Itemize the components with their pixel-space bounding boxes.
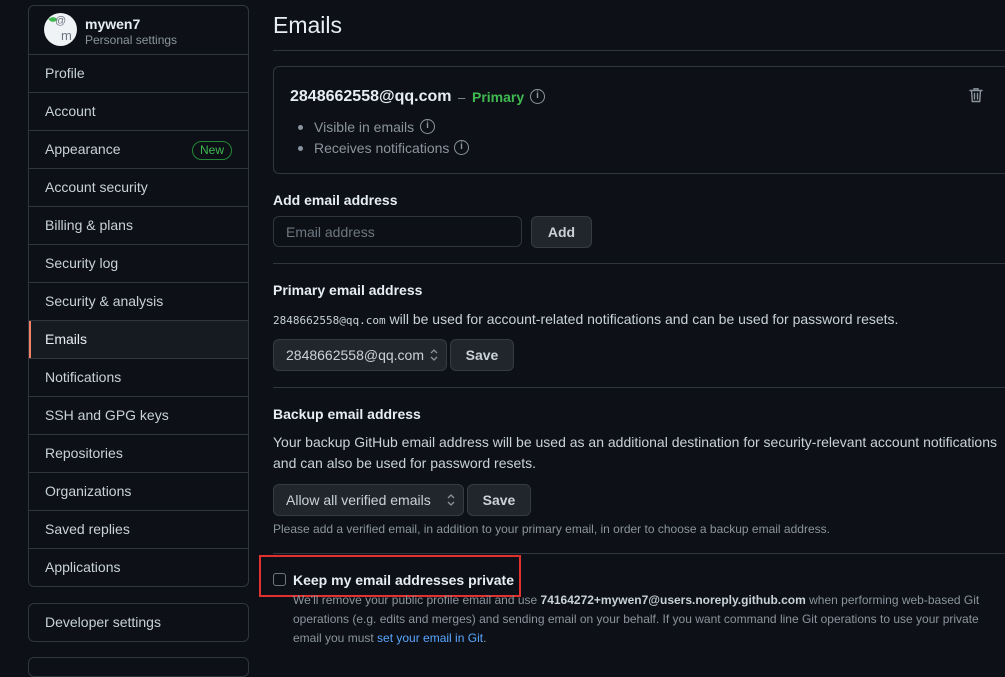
primary-email-selected: 2848662558@qq.com xyxy=(286,347,424,363)
sidebar-item-repositories[interactable]: Repositories xyxy=(29,435,248,473)
divider xyxy=(273,263,1005,264)
sidebar-item-security-analysis[interactable]: Security & analysis xyxy=(29,283,248,321)
sidebar-item-label: Organizations xyxy=(45,483,132,499)
sidebar-item-saved-replies[interactable]: Saved replies xyxy=(29,511,248,549)
keep-private-desc: We'll remove your public profile email a… xyxy=(293,591,993,648)
sidebar-item-label: Billing & plans xyxy=(45,217,133,233)
primary-email-code: 2848662558@qq.com xyxy=(273,314,386,327)
developer-settings-label: Developer settings xyxy=(45,614,161,630)
sidebar-item-label: Account security xyxy=(45,179,148,195)
user-subtitle: Personal settings xyxy=(85,33,178,47)
developer-settings-link[interactable]: Developer settings xyxy=(28,603,249,642)
keep-private-label[interactable]: Keep my email addresses private xyxy=(293,572,514,588)
email-card: 2848662558@qq.com – Primary i Visible in… xyxy=(273,66,1005,174)
sidebar-item-organizations[interactable]: Organizations xyxy=(29,473,248,511)
sidebar-item-label: Appearance xyxy=(45,141,121,157)
save-backup-button[interactable]: Save xyxy=(467,484,531,516)
settings-sidebar: @ m mywen7 Personal settings Profile Acc… xyxy=(28,5,249,587)
add-button[interactable]: Add xyxy=(531,216,592,248)
sidebar-item-label: Emails xyxy=(45,331,88,347)
sidebar-next-box xyxy=(28,657,249,677)
keep-private-checkbox[interactable] xyxy=(273,573,286,586)
separator: – xyxy=(458,90,466,105)
sidebar-item-account[interactable]: Account xyxy=(29,93,248,131)
backup-email-label: Backup email address xyxy=(273,406,421,422)
sidebar-item-label: Notifications xyxy=(45,369,122,385)
select-caret-icon xyxy=(447,494,455,506)
sidebar-item-label: Account xyxy=(45,103,96,119)
sidebar-item-label: Security & analysis xyxy=(45,293,164,309)
primary-label: Primary xyxy=(472,89,525,105)
primary-email-desc: 2848662558@qq.com will be used for accou… xyxy=(273,309,993,331)
primary-email-label: Primary email address xyxy=(273,282,423,298)
bullet-visible: Visible in emails xyxy=(314,119,415,135)
noreply-email: 74164272+mywen7@users.noreply.github.com xyxy=(540,593,806,607)
trash-icon[interactable] xyxy=(969,87,983,103)
sidebar-item-label: Saved replies xyxy=(45,521,130,537)
sidebar-item-account-security[interactable]: Account security xyxy=(29,169,248,207)
user-name[interactable]: mywen7 xyxy=(85,16,140,32)
private-desc-part1: We'll remove your public profile email a… xyxy=(293,593,541,607)
sidebar-item-notifications[interactable]: Notifications xyxy=(29,359,248,397)
primary-email-desc-text: will be used for account-related notific… xyxy=(385,311,899,327)
sidebar-item-label: Security log xyxy=(45,255,119,271)
user-header: @ m mywen7 Personal settings xyxy=(29,6,248,55)
page-title: Emails xyxy=(273,12,343,38)
divider xyxy=(273,387,1005,388)
email-address-input[interactable] xyxy=(273,216,522,247)
bullet xyxy=(298,125,303,130)
bullet-notifications: Receives notifications xyxy=(314,140,450,156)
sidebar-item-label: Repositories xyxy=(45,445,123,461)
info-icon[interactable]: i xyxy=(454,140,469,155)
select-caret-icon xyxy=(430,349,438,361)
new-badge: New xyxy=(191,141,232,160)
backup-email-note: Please add a verified email, in addition… xyxy=(273,522,830,536)
info-icon[interactable]: i xyxy=(420,119,435,134)
primary-email-select[interactable]: 2848662558@qq.com xyxy=(273,339,447,371)
title-divider xyxy=(273,50,1005,51)
sidebar-item-profile[interactable]: Profile xyxy=(29,55,248,93)
divider xyxy=(273,553,1005,554)
sidebar-item-appearance[interactable]: Appearance New xyxy=(29,131,248,169)
backup-email-selected: Allow all verified emails xyxy=(286,492,431,508)
email-address: 2848662558@qq.com xyxy=(290,88,452,105)
sidebar-item-label: Applications xyxy=(45,559,121,575)
sidebar-item-label: Profile xyxy=(45,65,85,81)
add-email-label: Add email address xyxy=(273,192,398,208)
sidebar-item-security-log[interactable]: Security log xyxy=(29,245,248,283)
sidebar-item-billing[interactable]: Billing & plans xyxy=(29,207,248,245)
info-icon[interactable]: i xyxy=(530,89,545,104)
bullet xyxy=(298,146,303,151)
sidebar-item-ssh-gpg[interactable]: SSH and GPG keys xyxy=(29,397,248,435)
backup-email-desc: Your backup GitHub email address will be… xyxy=(273,434,998,471)
backup-email-select[interactable]: Allow all verified emails xyxy=(273,484,464,516)
set-email-git-link[interactable]: set your email in Git xyxy=(377,631,483,645)
sidebar-item-label: SSH and GPG keys xyxy=(45,407,169,423)
save-primary-button[interactable]: Save xyxy=(450,339,514,371)
avatar[interactable]: @ m xyxy=(44,13,77,46)
sidebar-item-applications[interactable]: Applications xyxy=(29,549,248,586)
sidebar-item-emails[interactable]: Emails xyxy=(29,321,248,359)
private-desc-part3: . xyxy=(483,631,487,645)
